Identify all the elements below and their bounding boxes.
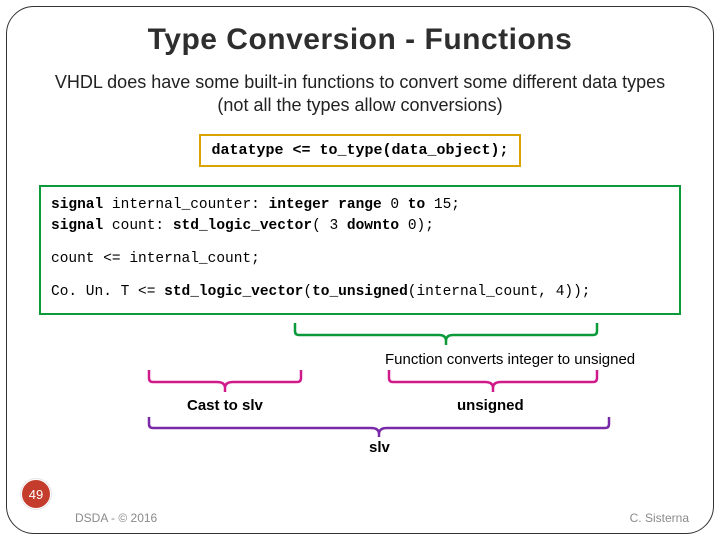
bracket-function [291, 321, 601, 347]
footer-left: DSDA - © 2016 [75, 511, 157, 525]
syntax-box: datatype <= to_type(data_object); [199, 134, 520, 167]
code-line-1: signal internal_counter: integer range 0… [51, 195, 669, 216]
label-function: Function converts integer to unsigned [385, 351, 635, 368]
intro-text: VHDL does have some built-in functions t… [51, 71, 669, 116]
code-line-2: signal count: std_logic_vector( 3 downto… [51, 216, 669, 237]
label-unsigned: unsigned [457, 397, 524, 414]
label-cast: Cast to slv [187, 397, 263, 414]
code-line-4: Co. Un. T <= std_logic_vector(to_unsigne… [51, 282, 669, 303]
bracket-cast [145, 368, 305, 394]
bracket-unsigned [385, 368, 601, 394]
page-number-badge: 49 [21, 479, 51, 509]
footer-right: C. Sisterna [630, 511, 689, 525]
label-slv: slv [369, 439, 390, 456]
code-box: signal internal_counter: integer range 0… [39, 185, 681, 315]
slide-frame: Type Conversion - Functions VHDL does ha… [6, 6, 714, 534]
bracket-slv [145, 415, 613, 439]
slide-title: Type Conversion - Functions [33, 23, 687, 57]
annotation-area: Function converts integer to unsigned un… [33, 321, 687, 461]
code-line-3: count <= internal_count; [51, 249, 669, 270]
